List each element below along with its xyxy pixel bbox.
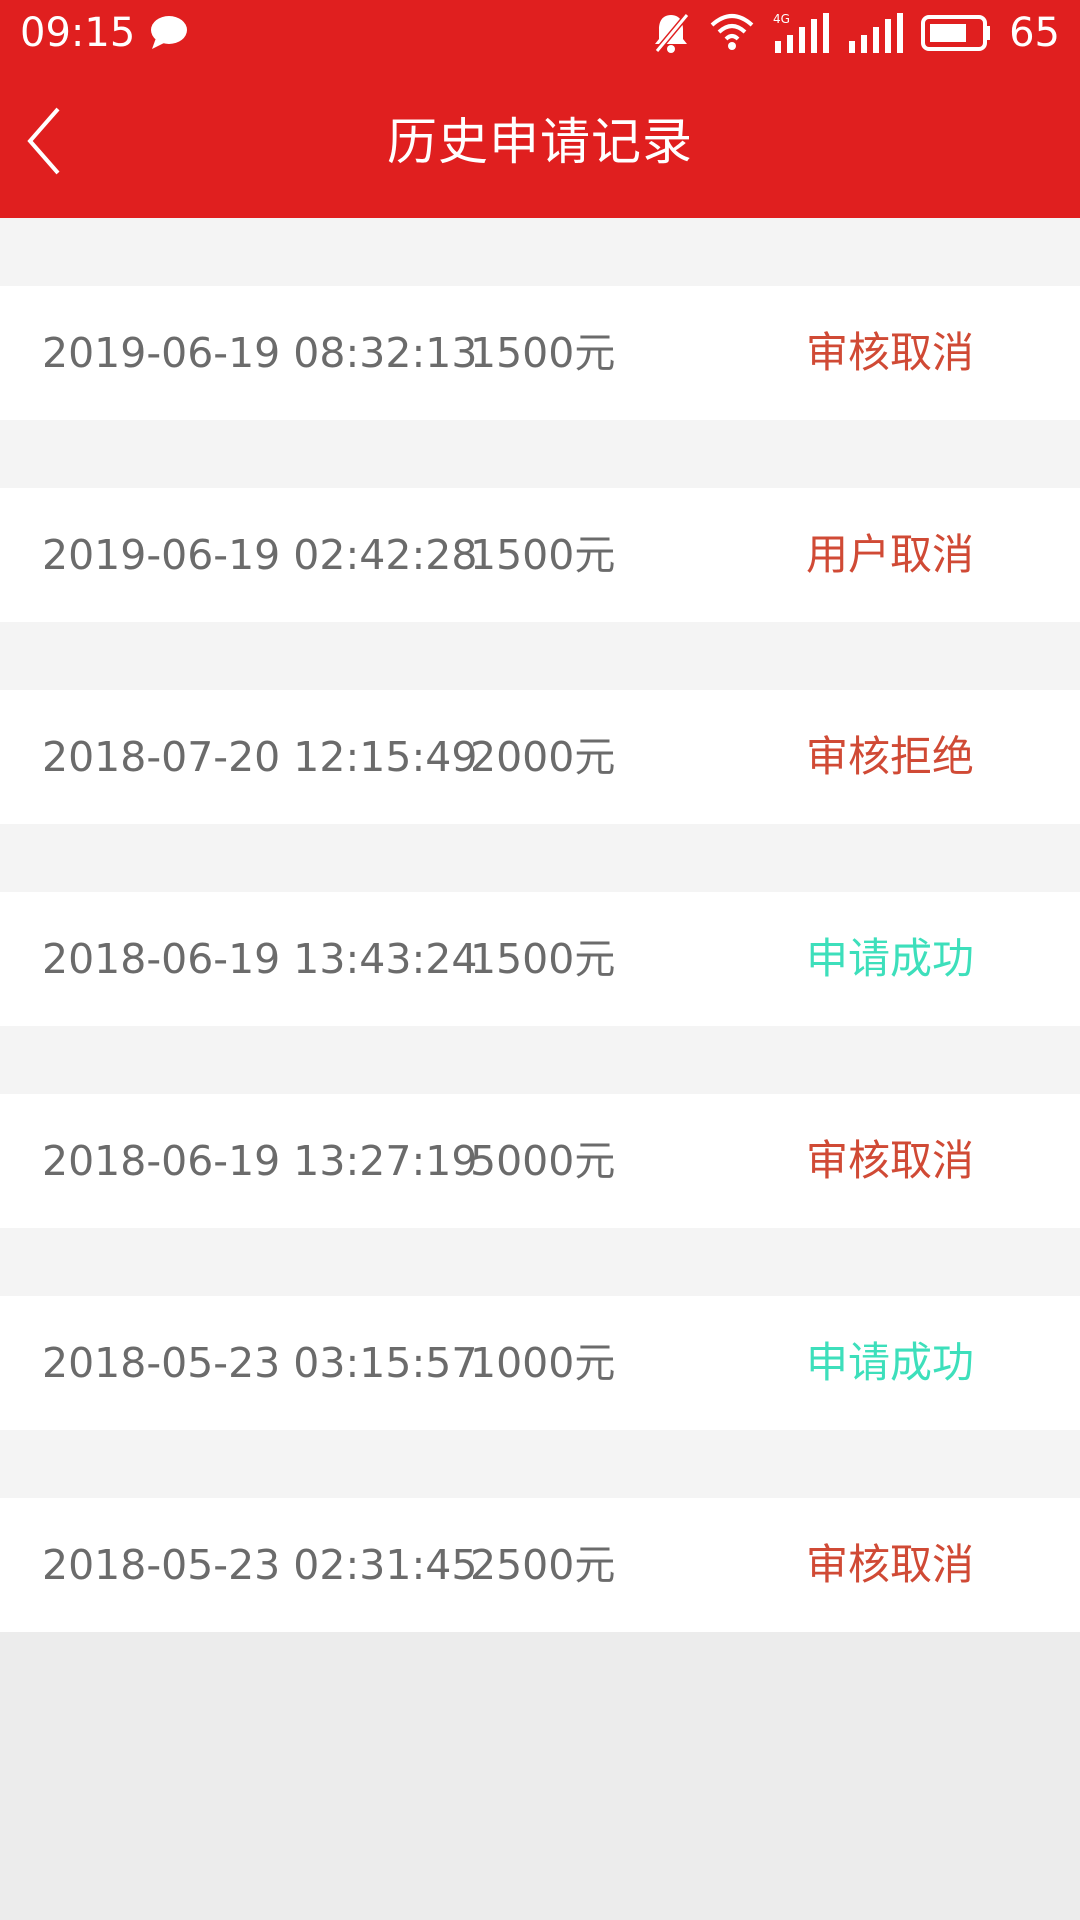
app-header: 09:15 4G 65 历史申请记录 — [0, 0, 1080, 218]
record-status: 审核取消 — [806, 328, 975, 377]
signal-icon — [847, 11, 904, 55]
bell-muted-icon — [651, 11, 691, 55]
record-amount: 2000元 — [470, 733, 616, 781]
record-amount: 1500元 — [470, 531, 616, 579]
record-status: 申请成功 — [806, 1338, 975, 1387]
record-time: 2018-06-19 13:43:24 — [42, 935, 478, 983]
svg-text:4G: 4G — [773, 12, 790, 26]
record-amount: 2500元 — [470, 1541, 616, 1589]
record-amount: 1000元 — [470, 1339, 616, 1387]
page-title: 历史申请记录 — [387, 113, 693, 171]
chevron-left-icon — [27, 107, 60, 175]
record-time: 2018-06-19 13:27:19 — [42, 1137, 478, 1185]
battery-level: 65 — [1009, 10, 1060, 56]
wifi-icon — [709, 13, 755, 53]
status-time: 09:15 — [20, 10, 136, 56]
record-row[interactable]: 2018-06-19 13:27:19 5000元 审核取消 — [0, 1094, 1080, 1228]
record-row[interactable]: 2018-06-19 13:43:24 1500元 申请成功 — [0, 892, 1080, 1026]
record-row[interactable]: 2019-06-19 08:32:13 1500元 审核取消 — [0, 286, 1080, 420]
record-time: 2019-06-19 02:42:28 — [42, 531, 478, 579]
signal-4g-icon: 4G — [773, 11, 830, 55]
record-list: 2019-06-19 08:32:13 1500元 审核取消 2019-06-1… — [0, 218, 1080, 1632]
status-icons: 4G 65 — [651, 8, 1060, 58]
record-status: 审核取消 — [806, 1540, 975, 1589]
record-amount: 1500元 — [470, 935, 616, 983]
record-time: 2019-06-19 08:32:13 — [42, 329, 478, 377]
record-time: 2018-05-23 03:15:57 — [42, 1339, 478, 1387]
record-time: 2018-05-23 02:31:45 — [42, 1541, 478, 1589]
record-status: 用户取消 — [806, 530, 975, 579]
record-status: 审核取消 — [806, 1136, 975, 1185]
record-row[interactable]: 2018-05-23 02:31:45 2500元 审核取消 — [0, 1498, 1080, 1632]
back-button[interactable] — [14, 104, 74, 178]
record-time: 2018-07-20 12:15:49 — [42, 733, 478, 781]
record-amount: 1500元 — [470, 329, 616, 377]
nav-bar: 历史申请记录 — [0, 66, 1080, 218]
record-status: 申请成功 — [806, 934, 975, 983]
status-bar: 09:15 4G 65 — [0, 0, 1080, 66]
record-status: 审核拒绝 — [806, 732, 975, 781]
record-row[interactable]: 2019-06-19 02:42:28 1500元 用户取消 — [0, 488, 1080, 622]
record-row[interactable]: 2018-07-20 12:15:49 2000元 审核拒绝 — [0, 690, 1080, 824]
record-amount: 5000元 — [470, 1137, 616, 1185]
battery-icon — [921, 14, 991, 52]
chat-bubble-icon — [148, 14, 188, 52]
record-row[interactable]: 2018-05-23 03:15:57 1000元 申请成功 — [0, 1296, 1080, 1430]
